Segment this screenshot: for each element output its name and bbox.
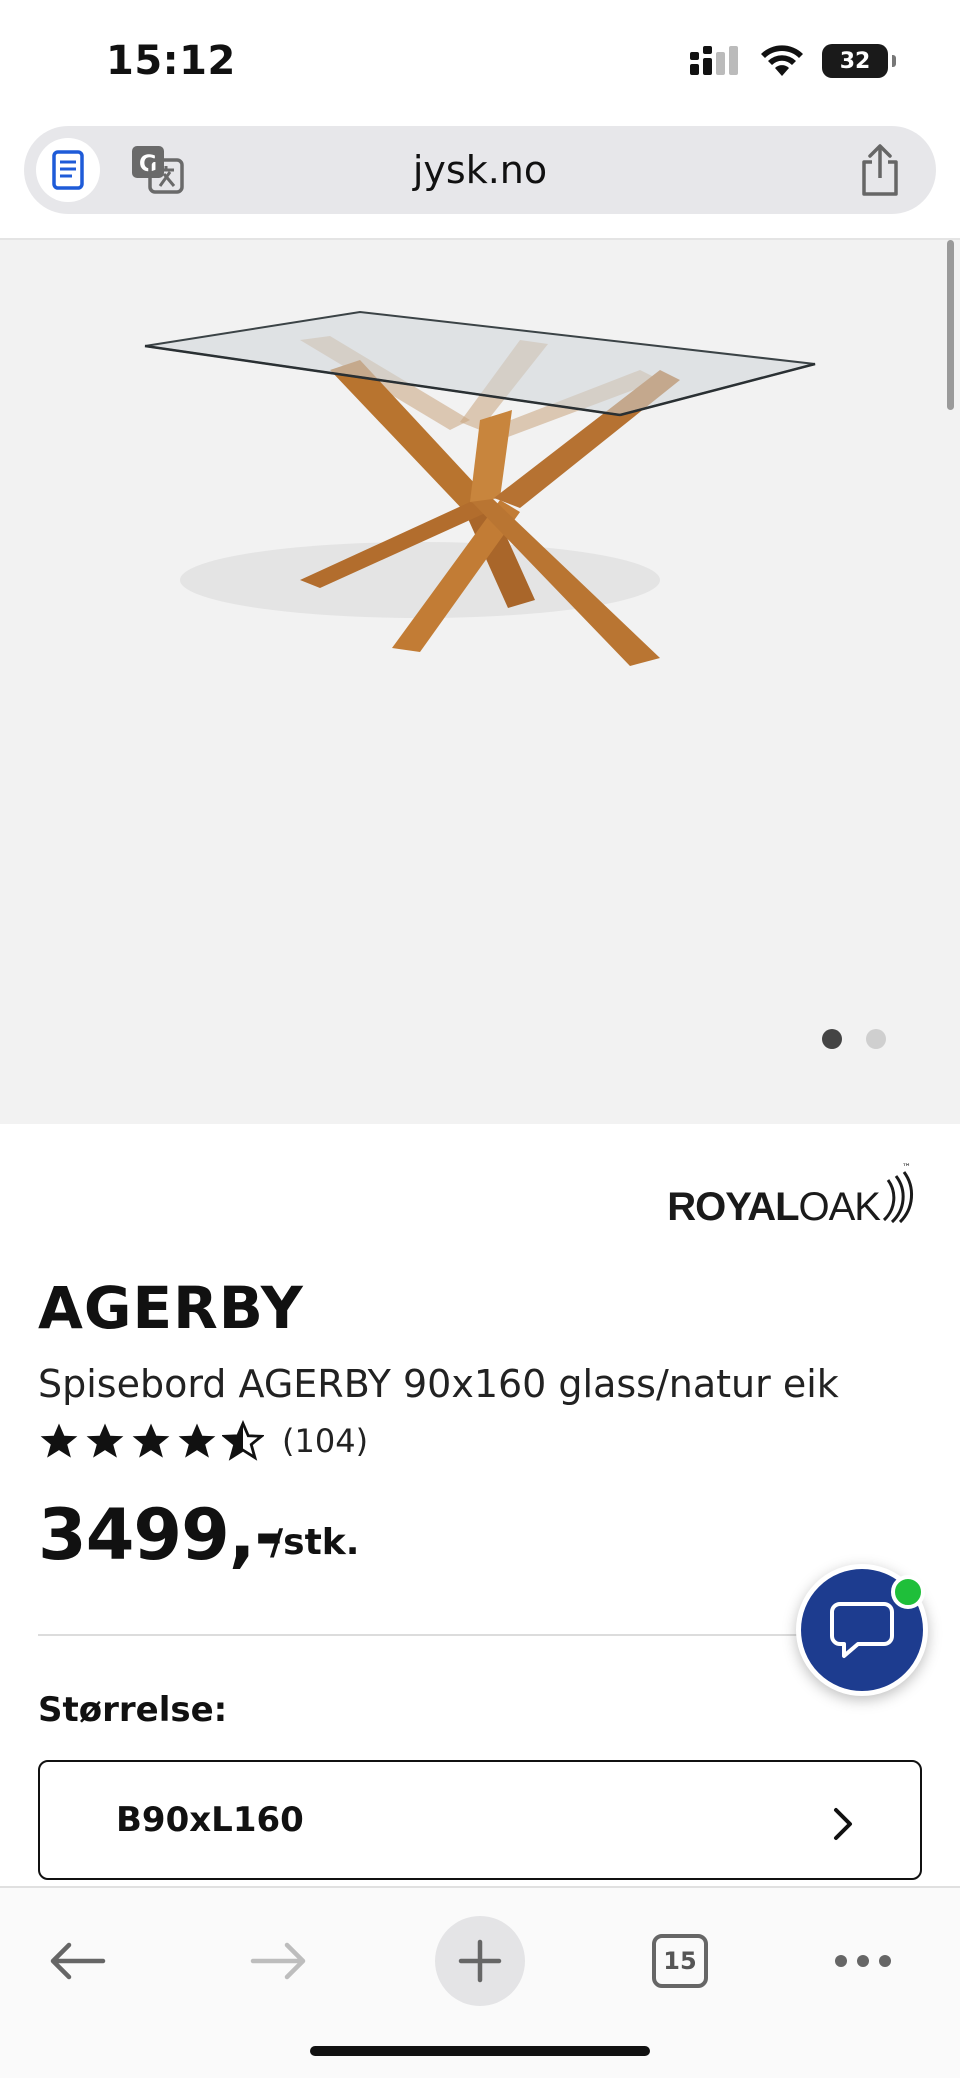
battery-icon: 32 xyxy=(822,44,888,78)
size-selector[interactable]: B90xL160 xyxy=(38,1760,922,1880)
section-divider xyxy=(38,1634,922,1636)
price-unit: /stk. xyxy=(270,1522,360,1563)
size-selected-value: B90xL160 xyxy=(116,1800,304,1840)
brand-logo-royal: ROYAL xyxy=(667,1185,799,1229)
cellular-signal-icon xyxy=(690,46,738,75)
url-text[interactable]: jysk.no xyxy=(24,148,936,192)
status-time: 15:12 xyxy=(106,38,236,84)
tab-count: 15 xyxy=(652,1934,708,1988)
brand-logo: ROYAL OAK ™ xyxy=(667,1160,920,1230)
carousel-dot-2[interactable] xyxy=(866,1029,886,1049)
back-button[interactable] xyxy=(32,1916,122,2006)
brand-logo-oak: OAK xyxy=(798,1185,881,1229)
battery-cap xyxy=(892,55,896,67)
more-dots-icon xyxy=(835,1955,891,1967)
battery-level: 32 xyxy=(839,48,871,74)
chevron-right-icon xyxy=(834,1808,852,1840)
scroll-indicator[interactable] xyxy=(947,240,954,410)
product-image-carousel[interactable] xyxy=(0,240,960,1124)
brand-swoosh-icon: ™ xyxy=(882,1163,914,1224)
wifi-icon xyxy=(761,45,803,76)
online-status-dot xyxy=(891,1575,925,1609)
new-tab-button[interactable] xyxy=(435,1916,525,2006)
product-name: AGERBY xyxy=(38,1274,304,1342)
review-count[interactable]: (104) xyxy=(282,1422,368,1460)
star-full-icon xyxy=(178,1423,216,1458)
tabs-button[interactable]: 15 xyxy=(635,1916,725,2006)
share-icon xyxy=(862,144,898,196)
more-menu-button[interactable] xyxy=(818,1916,908,2006)
address-bar[interactable]: G jysk.no xyxy=(24,126,936,214)
arrow-left-icon xyxy=(50,1942,106,1980)
brand-tm: ™ xyxy=(902,1163,911,1173)
size-label: Størrelse: xyxy=(38,1690,228,1730)
star-half-icon xyxy=(222,1420,264,1461)
carousel-dots[interactable] xyxy=(822,1029,886,1049)
plus-icon xyxy=(458,1939,502,1983)
new-tab-circle xyxy=(435,1916,525,2006)
product-description: Spisebord AGERBY 90x160 glass/natur eik xyxy=(38,1362,839,1406)
star-full-icon xyxy=(132,1423,170,1458)
arrow-right-icon xyxy=(250,1942,306,1980)
home-indicator[interactable] xyxy=(310,2046,650,2056)
product-price: 3499,- xyxy=(38,1494,283,1576)
page: 15:12 32 G jysk.no ROYAL OAK ™ AGERBY Sp… xyxy=(0,0,960,2078)
chat-bubble-icon xyxy=(830,1602,894,1658)
star-full-icon xyxy=(40,1423,78,1458)
star-full-icon xyxy=(86,1423,124,1458)
share-button[interactable] xyxy=(856,142,904,198)
product-rating[interactable]: (104) xyxy=(38,1420,368,1462)
rating-stars xyxy=(38,1420,264,1462)
forward-button[interactable] xyxy=(234,1916,324,2006)
carousel-dot-1[interactable] xyxy=(822,1029,842,1049)
status-icons: 32 xyxy=(690,44,896,78)
chat-button[interactable] xyxy=(796,1564,928,1696)
product-image[interactable] xyxy=(0,240,960,1124)
status-bar: 15:12 32 xyxy=(0,0,960,120)
